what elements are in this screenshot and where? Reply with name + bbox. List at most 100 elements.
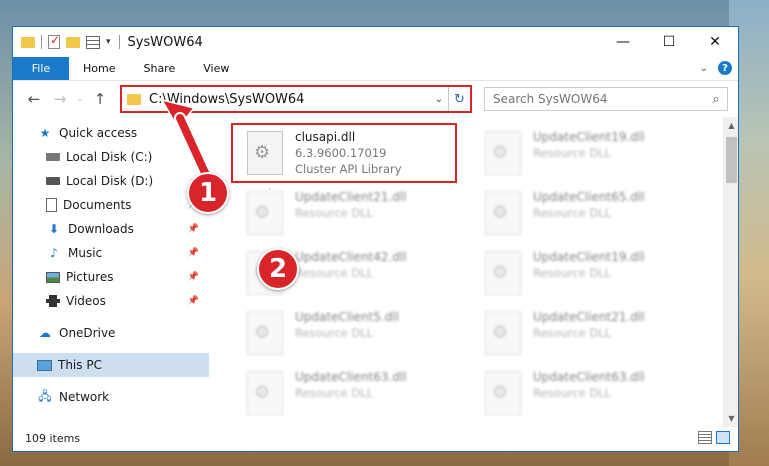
file-item[interactable]: UpdateClient63.dll Resource DLL bbox=[231, 363, 457, 423]
sidebar-item-network[interactable]: 🖧 Network bbox=[13, 385, 209, 409]
title-bar: ▾ SysWOW64 — ☐ ✕ bbox=[13, 27, 738, 57]
address-row: ← → ⌄ ↑ C:\Windows\SysWOW64 ⌄ ↻ ⌕ bbox=[13, 81, 738, 117]
download-icon: ⬇ bbox=[48, 222, 60, 236]
details-view-icon[interactable] bbox=[698, 431, 712, 444]
file-name: UpdateClient65.dll bbox=[533, 190, 645, 204]
folder-icon bbox=[127, 93, 141, 105]
file-name: UpdateClient21.dll bbox=[295, 190, 407, 204]
status-bar: 109 items bbox=[13, 425, 738, 451]
sidebar-item-label: Pictures bbox=[66, 270, 114, 284]
file-item[interactable]: UpdateClient21.dll Resource DLL bbox=[469, 303, 695, 363]
toolbar-separator bbox=[118, 35, 120, 49]
sidebar-item-onedrive[interactable]: ☁ OneDrive bbox=[13, 321, 209, 345]
dll-file-icon bbox=[247, 371, 283, 415]
sidebar-item-this-pc[interactable]: This PC bbox=[13, 353, 209, 377]
file-name: UpdateClient5.dll bbox=[295, 310, 399, 324]
main-area: ★ Quick access Local Disk (C:) Local Dis… bbox=[13, 117, 738, 427]
sidebar-item-label: Local Disk (C:) bbox=[66, 150, 153, 164]
tab-file[interactable]: File bbox=[13, 57, 69, 80]
window-controls: — ☐ ✕ bbox=[600, 27, 738, 57]
cloud-icon: ☁ bbox=[39, 326, 51, 340]
file-name: UpdateClient19.dll bbox=[533, 130, 645, 144]
file-explorer-window: ▾ SysWOW64 — ☐ ✕ File Home Share View ⌄ … bbox=[12, 26, 739, 452]
close-button[interactable]: ✕ bbox=[692, 27, 738, 57]
step-2-badge: 2 bbox=[257, 248, 299, 290]
file-item[interactable]: UpdateClient5.dll Resource DLL bbox=[231, 303, 457, 363]
expand-ribbon-chevron-icon[interactable]: ⌄ bbox=[700, 63, 708, 74]
dll-file-icon bbox=[485, 371, 521, 415]
item-count: 109 items bbox=[25, 431, 81, 445]
file-name: UpdateClient19.dll bbox=[533, 250, 645, 264]
vertical-scrollbar[interactable]: ▲ ▼ bbox=[723, 117, 738, 427]
file-description: Resource DLL bbox=[295, 266, 374, 280]
sidebar-item-label: Quick access bbox=[59, 126, 138, 140]
sidebar-item-label: Network bbox=[59, 390, 110, 404]
sidebar-item-label: Videos bbox=[66, 294, 106, 308]
file-description: Resource DLL bbox=[533, 326, 612, 340]
file-description: Resource DLL bbox=[533, 266, 612, 280]
new-folder-icon[interactable] bbox=[66, 36, 80, 48]
help-icon[interactable]: ? bbox=[718, 61, 732, 75]
computer-icon bbox=[37, 359, 52, 371]
sidebar-item-label: Documents bbox=[63, 198, 132, 212]
star-icon: ★ bbox=[39, 126, 51, 140]
scroll-thumb[interactable] bbox=[726, 137, 737, 183]
ribbon-right-controls: ⌄ ? bbox=[700, 61, 732, 75]
folder-icon[interactable] bbox=[21, 36, 35, 48]
large-icons-view-icon[interactable] bbox=[716, 431, 730, 444]
file-item[interactable]: UpdateClient19.dll Resource DLL bbox=[469, 243, 695, 303]
disk-icon bbox=[46, 177, 60, 185]
properties-check-icon[interactable] bbox=[48, 33, 60, 49]
tab-home[interactable]: Home bbox=[69, 57, 129, 80]
search-input[interactable] bbox=[485, 92, 705, 106]
arrow-2-head bbox=[266, 185, 270, 192]
file-name: UpdateClient42.dll bbox=[295, 250, 407, 264]
file-description: Resource DLL bbox=[533, 386, 612, 400]
file-item[interactable]: UpdateClient19.dll Resource DLL bbox=[469, 123, 695, 183]
toolbar-separator bbox=[41, 35, 42, 49]
file-name: UpdateClient21.dll bbox=[533, 310, 645, 324]
sidebar-item-label: OneDrive bbox=[59, 326, 116, 340]
file-description: Resource DLL bbox=[295, 206, 374, 220]
window-title: SysWOW64 bbox=[127, 34, 203, 50]
search-icon[interactable]: ⌕ bbox=[705, 92, 727, 107]
view-properties-icon[interactable] bbox=[86, 35, 100, 49]
recent-locations-chevron-icon[interactable]: ⌄ bbox=[75, 94, 85, 104]
sidebar-item-label: This PC bbox=[58, 358, 102, 372]
search-box[interactable]: ⌕ bbox=[484, 87, 728, 111]
file-description: Resource DLL bbox=[295, 326, 374, 340]
file-name: UpdateClient63.dll bbox=[533, 370, 645, 384]
file-item[interactable]: UpdateClient65.dll Resource DLL bbox=[469, 183, 695, 243]
dll-file-icon bbox=[485, 191, 521, 235]
disk-icon bbox=[46, 153, 60, 161]
minimize-button[interactable]: — bbox=[600, 27, 646, 57]
forward-arrow-icon[interactable]: → bbox=[49, 90, 71, 108]
pictures-icon bbox=[46, 271, 60, 283]
quick-access-toolbar: ▾ bbox=[13, 33, 120, 49]
back-arrow-icon[interactable]: ← bbox=[23, 90, 45, 108]
document-icon bbox=[46, 198, 57, 212]
file-item[interactable]: UpdateClient63.dll Resource DLL bbox=[469, 363, 695, 423]
navigation-buttons: ← → ⌄ ↑ bbox=[13, 90, 119, 108]
network-icon: 🖧 bbox=[38, 388, 52, 403]
address-dropdown-chevron-icon[interactable]: ⌄ bbox=[430, 94, 448, 105]
up-arrow-icon[interactable]: ↑ bbox=[89, 90, 111, 108]
tab-view[interactable]: View bbox=[189, 57, 243, 80]
pin-icon[interactable]: 📌 bbox=[188, 296, 199, 306]
step-1-badge: 1 bbox=[187, 172, 229, 214]
file-description: Resource DLL bbox=[533, 206, 612, 220]
dll-file-icon bbox=[485, 131, 521, 175]
customize-toolbar-chevron-icon[interactable]: ▾ bbox=[106, 37, 111, 47]
sidebar-item-label: Local Disk (D:) bbox=[66, 174, 154, 188]
dll-file-icon bbox=[485, 311, 521, 355]
refresh-icon[interactable]: ↻ bbox=[448, 87, 470, 111]
maximize-button[interactable]: ☐ bbox=[646, 27, 692, 57]
tab-share[interactable]: Share bbox=[129, 57, 189, 80]
videos-icon bbox=[46, 295, 60, 307]
sidebar-item-label: Downloads bbox=[68, 222, 134, 236]
view-switcher bbox=[698, 431, 730, 444]
scroll-up-arrow-icon[interactable]: ▲ bbox=[723, 117, 738, 134]
